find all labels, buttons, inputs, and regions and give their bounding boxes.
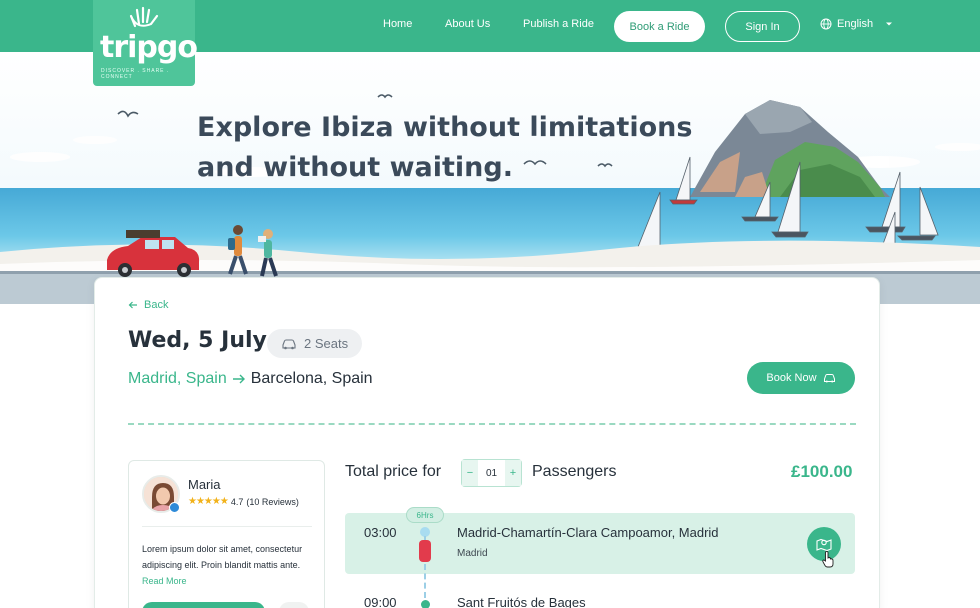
book-now-label: Book Now	[766, 372, 817, 384]
hand-pointer-icon	[822, 550, 834, 568]
star-rating-icon: ★★★★★	[188, 496, 229, 507]
page: Home About Us Publish a Ride Book a Ride…	[0, 0, 980, 608]
route-origin: Madrid, Spain	[128, 370, 227, 387]
total-price-label: Total price for	[345, 463, 442, 480]
arrival-location: Sant Fruitós de Bages	[457, 595, 586, 608]
logo-wordmark: tripgo	[100, 30, 198, 65]
driver-rating: ★★★★★ 4.7 (10 Reviews)	[188, 496, 299, 507]
car-marker-icon	[419, 540, 431, 562]
arrival-time: 09:00	[364, 595, 397, 608]
seats-badge: 2 Seats	[267, 329, 363, 358]
departure-city: Madrid	[457, 548, 488, 559]
car-icon	[823, 374, 835, 383]
book-now-button[interactable]: Book Now	[747, 362, 855, 394]
section-divider	[128, 423, 856, 425]
driver-bio-text: Lorem ipsum dolor sit amet, consectetur …	[142, 544, 303, 570]
arrow-right-icon	[232, 374, 245, 384]
hero-headline-line2: and without waiting.	[197, 152, 513, 183]
waving-hand-icon	[129, 6, 159, 28]
total-price: £100.00	[791, 462, 853, 481]
sign-in-button[interactable]: Sign In	[725, 11, 800, 42]
passengers-label: Passengers	[532, 463, 617, 480]
route: Madrid, Spain Barcelona, Spain	[128, 370, 373, 388]
review-count: (10 Reviews)	[246, 496, 299, 507]
nav-publish-link[interactable]: Publish a Ride	[523, 18, 594, 30]
back-label: Back	[144, 299, 169, 311]
language-selector[interactable]: English	[820, 18, 894, 30]
nav-about-link[interactable]: About Us	[445, 18, 490, 30]
tripgo-logo[interactable]: tripgo DISCOVER . SHARE . CONNECT	[93, 0, 198, 86]
driver-panel: Maria ★★★★★ 4.7 (10 Reviews) Lorem ipsum…	[128, 460, 325, 608]
driver-secondary-button[interactable]	[279, 602, 309, 608]
departure-time: 03:00	[364, 525, 397, 540]
hero-headline-line1: Explore Ibiza without limitations	[197, 112, 693, 143]
passenger-stepper: − +	[461, 459, 522, 487]
passenger-count-input[interactable]	[478, 460, 505, 486]
back-link[interactable]: Back	[128, 299, 168, 311]
decrease-passengers-button[interactable]: −	[462, 460, 478, 486]
duration-badge: 6Hrs	[406, 507, 444, 523]
rating-value: 4.7	[230, 496, 244, 507]
driver-primary-button[interactable]	[142, 602, 265, 608]
globe-icon	[820, 18, 832, 30]
arrow-left-icon	[128, 301, 137, 309]
driver-name: Maria	[188, 477, 221, 492]
read-more-link[interactable]: Read More	[142, 576, 187, 586]
verified-badge-icon	[169, 502, 180, 513]
seats-label: 2 Seats	[304, 336, 349, 351]
car-icon	[282, 338, 296, 349]
ride-date: Wed, 5 July	[128, 328, 267, 353]
timeline-end-dot	[421, 600, 430, 608]
ride-details-card: Back Wed, 5 July 2 Seats Madrid, Spain B…	[94, 277, 880, 608]
hero-banner: Explore Ibiza without limitations and wi…	[0, 52, 980, 304]
hero-headline: Explore Ibiza without limitations and wi…	[197, 108, 717, 188]
caret-down-icon	[886, 22, 893, 26]
driver-bio: Lorem ipsum dolor sit amet, consectetur …	[142, 541, 314, 589]
driver-divider	[142, 526, 312, 527]
increase-passengers-button[interactable]: +	[505, 460, 521, 486]
language-label: English	[837, 18, 874, 30]
nav-home-link[interactable]: Home	[383, 18, 412, 30]
book-a-ride-button[interactable]: Book a Ride	[614, 11, 705, 42]
route-destination: Barcelona, Spain	[250, 370, 373, 387]
departure-location: Madrid-Chamartín-Clara Campoamor, Madrid	[457, 525, 719, 540]
logo-tagline: DISCOVER . SHARE . CONNECT	[101, 68, 170, 80]
